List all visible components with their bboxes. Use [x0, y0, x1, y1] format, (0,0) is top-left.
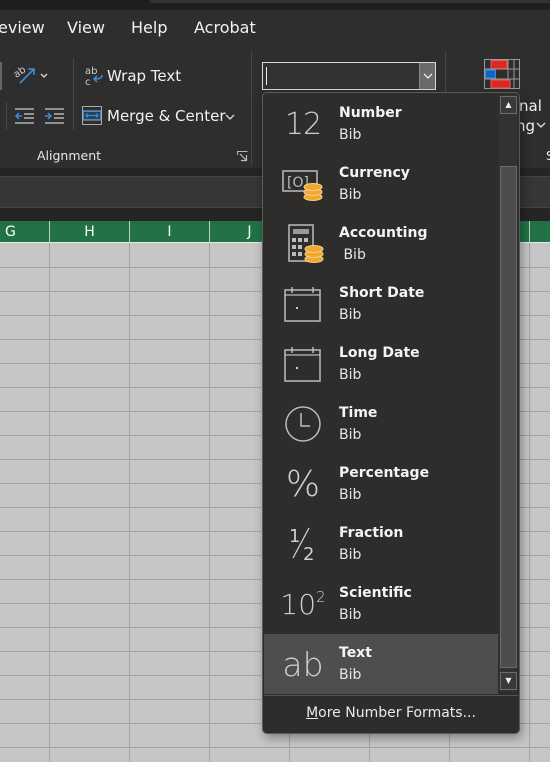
- format-option-title: Scientific: [339, 585, 412, 601]
- accelerator-key: M: [306, 705, 319, 721]
- format-option-fraction[interactable]: 1 2 Fraction Bib: [264, 514, 498, 574]
- conditional-formatting-icon: [484, 59, 520, 89]
- svg-text:ab: ab: [85, 66, 97, 77]
- format-option-preview: Bib: [339, 127, 362, 143]
- format-option-preview: Bib: [339, 667, 362, 683]
- merge-center-button[interactable]: Merge & Center: [82, 105, 242, 129]
- format-option-title: Short Date: [339, 285, 425, 301]
- format-option-short-date[interactable]: Short Date Bib: [264, 274, 498, 334]
- format-option-number[interactable]: 12 Number Bib: [264, 94, 498, 154]
- format-option-time[interactable]: Time Bib: [264, 394, 498, 454]
- fraction-icon: 12: [280, 522, 326, 566]
- menu-review[interactable]: eview: [0, 18, 45, 37]
- format-option-preview: Bib: [339, 547, 362, 563]
- clock-icon: [280, 402, 326, 446]
- text-caret: [266, 67, 267, 85]
- svg-text:2: 2: [303, 544, 314, 564]
- format-option-title: Number: [339, 105, 402, 121]
- increase-indent-button[interactable]: [44, 107, 66, 125]
- format-option-preview: Bib: [339, 607, 362, 623]
- scroll-up-button[interactable]: ▲: [500, 96, 517, 114]
- decrease-indent-button[interactable]: [14, 107, 36, 125]
- format-option-preview: Bib: [339, 247, 366, 263]
- text-ab-icon: ab: [282, 644, 324, 684]
- format-option-long-date[interactable]: Long Date Bib: [264, 334, 498, 394]
- menu-view[interactable]: View: [67, 18, 105, 37]
- number-format-dropdown: 12 Number Bib [O] Currency Bib Accounting Bib S…: [262, 92, 520, 734]
- format-option-title: Time: [339, 405, 378, 421]
- wrap-text-label: Wrap Text: [107, 67, 182, 85]
- svg-text:1: 1: [289, 526, 300, 547]
- decrease-indent-icon: [14, 108, 34, 124]
- scroll-thumb[interactable]: [500, 166, 517, 668]
- chevron-down-icon[interactable]: [536, 121, 546, 129]
- format-option-scientific[interactable]: 102 Scientific Bib: [264, 574, 498, 634]
- orientation-button[interactable]: ab: [12, 63, 50, 87]
- format-option-title: Accounting: [339, 225, 428, 241]
- format-option-title: Long Date: [339, 345, 420, 361]
- format-option-currency[interactable]: [O] Currency Bib: [264, 154, 498, 214]
- format-option-title: Fraction: [339, 525, 404, 541]
- format-option-title: Percentage: [339, 465, 430, 481]
- conditional-formatting-label-1: nal: [519, 97, 542, 115]
- number-format-input[interactable]: [262, 62, 436, 90]
- column-header-g[interactable]: G: [0, 221, 50, 243]
- svg-text:c: c: [85, 77, 91, 88]
- calendar-icon: [280, 282, 326, 326]
- chevron-down-icon: [423, 73, 432, 79]
- dropdown-scrollbar[interactable]: ▲ ▼: [499, 94, 517, 692]
- more-number-formats-link[interactable]: More Number Formats...: [263, 705, 519, 721]
- currency-icon: [O]: [280, 162, 326, 206]
- format-option-preview: Bib: [339, 427, 362, 443]
- calendar-icon: [280, 342, 326, 386]
- increase-indent-icon: [45, 108, 64, 124]
- merge-center-label: Merge & Center: [107, 107, 226, 125]
- format-option-preview: Bib: [339, 307, 362, 323]
- accounting-icon: [280, 222, 326, 266]
- more-formats-text: ore Number Formats...: [318, 705, 476, 721]
- alignment-group-label: Alignment: [37, 148, 102, 163]
- merge-center-icon: [82, 106, 102, 125]
- menu-acrobat[interactable]: Acrobat: [194, 18, 256, 37]
- percent-icon: %: [285, 463, 321, 505]
- styles-group-label: S: [546, 148, 550, 163]
- dialog-launcher-icon[interactable]: [237, 151, 248, 162]
- chevron-down-icon[interactable]: [225, 113, 235, 121]
- format-option-preview: Bib: [339, 187, 362, 203]
- number-12-icon: 12: [284, 106, 322, 142]
- format-option-title: Currency: [339, 165, 410, 181]
- format-option-preview: Bib: [339, 487, 362, 503]
- scientific-icon: 102: [280, 587, 326, 621]
- format-option-accounting[interactable]: Accounting Bib: [264, 214, 498, 274]
- number-format-dropdown-button[interactable]: [419, 63, 435, 89]
- text-orientation-icon: ab: [12, 64, 48, 84]
- wrap-text-button[interactable]: ab c Wrap Text: [84, 64, 184, 90]
- menu-help[interactable]: Help: [131, 18, 167, 37]
- scroll-down-button[interactable]: ▼: [500, 672, 517, 690]
- format-option-text[interactable]: ab Text Bib: [264, 634, 498, 694]
- menu-bar: eview View Help Acrobat: [0, 10, 550, 50]
- title-bar: [0, 0, 550, 10]
- wrap-text-icon: ab c: [85, 66, 103, 88]
- format-option-preview: Bib: [339, 367, 362, 383]
- column-header-i[interactable]: I: [130, 221, 210, 243]
- format-option-title: Text: [339, 645, 372, 661]
- dropdown-separator: [264, 695, 518, 696]
- column-header-h[interactable]: H: [50, 221, 130, 243]
- format-option-percentage[interactable]: % Percentage Bib: [264, 454, 498, 514]
